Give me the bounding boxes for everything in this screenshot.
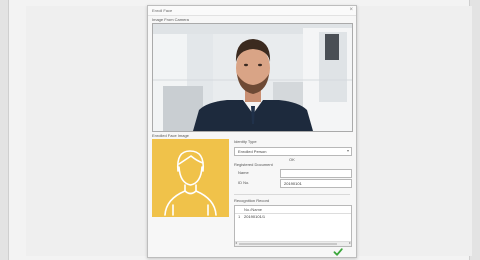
scroll-left-icon[interactable]: ◂ xyxy=(235,241,237,245)
chevron-down-icon[interactable]: ▾ xyxy=(347,148,349,153)
identity-type-label: Identity Type xyxy=(234,139,257,144)
registered-document-label: Registered Document xyxy=(234,162,273,167)
dialog-titlebar: Enroll Face × xyxy=(148,6,356,16)
list-header-label: No./Name xyxy=(244,207,263,212)
id-field-label: ID No. xyxy=(238,180,250,185)
id-field[interactable]: 20190101 xyxy=(280,179,352,188)
list-item-text: 20190101/1 xyxy=(244,214,266,219)
id-field-value: 20190101 xyxy=(284,181,302,186)
list-item[interactable]: 1 20190101/1 xyxy=(235,214,351,220)
identity-type-select[interactable]: Enrolled Person ▾ xyxy=(234,147,352,156)
name-field-label: Name xyxy=(238,170,249,175)
confirm-button[interactable] xyxy=(333,247,343,257)
recognition-record-list[interactable]: No./Name 1 20190101/1 ◂ ▸ xyxy=(234,205,352,247)
enrolled-face-label: Enrolled Face Image xyxy=(152,133,189,138)
ok-label: OK xyxy=(289,157,295,162)
recognition-record-label: Recognition Record xyxy=(234,198,270,203)
section-divider xyxy=(234,194,350,195)
enrolled-face-image xyxy=(152,139,229,217)
identity-type-value: Enrolled Person xyxy=(238,149,267,154)
camera-photo xyxy=(153,24,352,131)
list-header: No./Name xyxy=(235,206,351,214)
name-field[interactable] xyxy=(280,169,352,178)
live-image-label: Image From Camera xyxy=(152,17,189,22)
dialog-title: Enroll Face xyxy=(152,8,173,13)
scroll-right-icon[interactable]: ▸ xyxy=(349,241,351,245)
close-icon[interactable]: × xyxy=(349,7,353,13)
list-item-index: 1 xyxy=(238,214,241,219)
live-camera-image xyxy=(152,23,353,132)
left-edge-panel xyxy=(0,0,9,260)
scrollbar-thumb[interactable] xyxy=(239,243,337,245)
person-outline-icon xyxy=(164,150,217,216)
enroll-face-dialog: Enroll Face × Image From Camera Enrolled… xyxy=(147,5,357,258)
checkmark-icon xyxy=(333,248,343,256)
horizontal-scrollbar[interactable]: ◂ ▸ xyxy=(235,241,351,246)
